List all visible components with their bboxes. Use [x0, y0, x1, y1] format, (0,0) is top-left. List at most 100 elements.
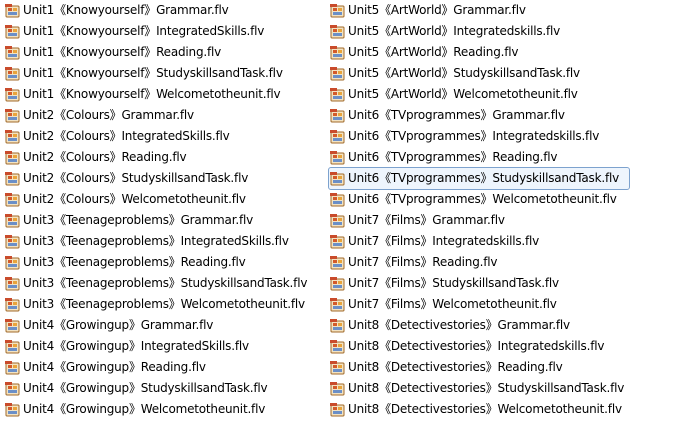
file-name: Unit8《Detectivestories》Integratedskills.…	[348, 339, 605, 353]
video-file-icon	[5, 87, 21, 103]
video-file-icon	[5, 255, 21, 271]
file-name: Unit7《Films》Grammar.flv	[348, 213, 505, 227]
file-name: Unit5《ArtWorld》Integratedskills.flv	[348, 24, 561, 38]
video-file-icon	[330, 234, 346, 250]
file-name: Unit2《Colours》Welcometotheunit.flv	[23, 192, 246, 206]
file-item[interactable]: Unit5《ArtWorld》Grammar.flv	[329, 0, 669, 21]
file-name: Unit6《TVprogrammes》Welcometotheunit.flv	[348, 192, 617, 206]
file-item[interactable]: Unit8《Detectivestories》Reading.flv	[329, 357, 669, 378]
file-name: Unit4《Growingup》Reading.flv	[23, 360, 206, 374]
video-file-icon	[330, 171, 346, 187]
file-item[interactable]: Unit4《Growingup》Reading.flv	[4, 357, 330, 378]
file-item[interactable]: Unit7《Films》Integratedskills.flv	[329, 231, 669, 252]
file-item[interactable]: Unit3《Teenageproblems》Reading.flv	[4, 252, 330, 273]
file-name: Unit2《Colours》StudyskillsandTask.flv	[23, 171, 249, 185]
file-item[interactable]: Unit8《Detectivestories》StudyskillsandTas…	[329, 378, 669, 399]
file-item[interactable]: Unit8《Detectivestories》Integratedskills.…	[329, 336, 669, 357]
video-file-icon	[5, 45, 21, 61]
file-item[interactable]: Unit7《Films》Reading.flv	[329, 252, 669, 273]
file-item[interactable]: Unit6《TVprogrammes》Reading.flv	[329, 147, 669, 168]
file-name: Unit3《Teenageproblems》Welcometotheunit.f…	[23, 297, 305, 311]
video-file-icon	[330, 129, 346, 145]
file-item[interactable]: Unit2《Colours》IntegratedSkills.flv	[4, 126, 330, 147]
file-name: Unit8《Detectivestories》Reading.flv	[348, 360, 563, 374]
file-item[interactable]: Unit5《ArtWorld》Reading.flv	[329, 42, 669, 63]
video-file-icon	[5, 129, 21, 145]
video-file-icon	[330, 402, 346, 418]
video-file-icon	[330, 24, 346, 40]
file-item[interactable]: Unit3《Teenageproblems》IntegratedSkills.f…	[4, 231, 330, 252]
file-name: Unit4《Growingup》StudyskillsandTask.flv	[23, 381, 268, 395]
file-name: Unit3《Teenageproblems》IntegratedSkills.f…	[23, 234, 289, 248]
video-file-icon	[330, 87, 346, 103]
video-file-icon	[330, 276, 346, 292]
file-item[interactable]: Unit3《Teenageproblems》Welcometotheunit.f…	[4, 294, 330, 315]
file-name: Unit7《Films》Integratedskills.flv	[348, 234, 540, 248]
file-item[interactable]: Unit1《Knowyourself》IntegratedSkills.flv	[4, 21, 330, 42]
file-name: Unit6《TVprogrammes》Integratedskills.flv	[348, 129, 600, 143]
video-file-icon	[330, 297, 346, 313]
file-name: Unit7《Films》StudyskillsandTask.flv	[348, 276, 559, 290]
file-item[interactable]: Unit2《Colours》StudyskillsandTask.flv	[4, 168, 330, 189]
video-file-icon	[330, 360, 346, 376]
video-file-icon	[330, 150, 346, 166]
file-item-selected[interactable]: Unit6《TVprogrammes》StudyskillsandTask.fl…	[328, 167, 630, 190]
file-item[interactable]: Unit5《ArtWorld》Welcometotheunit.flv	[329, 84, 669, 105]
file-item[interactable]: Unit1《Knowyourself》Reading.flv	[4, 42, 330, 63]
file-name: Unit3《Teenageproblems》StudyskillsandTask…	[23, 276, 308, 290]
file-item[interactable]: Unit3《Teenageproblems》Grammar.flv	[4, 210, 330, 231]
file-item[interactable]: Unit2《Colours》Welcometotheunit.flv	[4, 189, 330, 210]
file-item[interactable]: Unit8《Detectivestories》Grammar.flv	[329, 315, 669, 336]
file-item[interactable]: Unit2《Colours》Reading.flv	[4, 147, 330, 168]
file-name: Unit2《Colours》Grammar.flv	[23, 108, 194, 122]
file-name: Unit3《Teenageproblems》Reading.flv	[23, 255, 246, 269]
video-file-icon	[330, 213, 346, 229]
file-name: Unit4《Growingup》Grammar.flv	[23, 318, 214, 332]
file-name: Unit8《Detectivestories》StudyskillsandTas…	[348, 381, 625, 395]
file-item[interactable]: Unit6《TVprogrammes》Welcometotheunit.flv	[329, 189, 669, 210]
file-item[interactable]: Unit4《Growingup》IntegratedSkills.flv	[4, 336, 330, 357]
video-file-icon	[5, 213, 21, 229]
video-file-icon	[5, 276, 21, 292]
video-file-icon	[5, 3, 21, 19]
file-item[interactable]: Unit7《Films》Grammar.flv	[329, 210, 669, 231]
file-item[interactable]: Unit3《Teenageproblems》StudyskillsandTask…	[4, 273, 330, 294]
video-file-icon	[330, 3, 346, 19]
file-item[interactable]: Unit7《Films》StudyskillsandTask.flv	[329, 273, 669, 294]
file-item[interactable]: Unit1《Knowyourself》Grammar.flv	[4, 0, 330, 21]
video-file-icon	[5, 381, 21, 397]
file-name: Unit1《Knowyourself》IntegratedSkills.flv	[23, 24, 265, 38]
file-column-right: Unit5《ArtWorld》Grammar.flv Unit5《ArtWorl…	[328, 0, 669, 420]
file-name: Unit2《Colours》IntegratedSkills.flv	[23, 129, 230, 143]
file-item[interactable]: Unit2《Colours》Grammar.flv	[4, 105, 330, 126]
file-name: Unit7《Films》Welcometotheunit.flv	[348, 297, 557, 311]
file-name: Unit7《Films》Reading.flv	[348, 255, 498, 269]
file-item[interactable]: Unit5《ArtWorld》StudyskillsandTask.flv	[329, 63, 669, 84]
file-item[interactable]: Unit1《Knowyourself》StudyskillsandTask.fl…	[4, 63, 330, 84]
video-file-icon	[5, 339, 21, 355]
file-item[interactable]: Unit1《Knowyourself》Welcometotheunit.flv	[4, 84, 330, 105]
file-item[interactable]: Unit6《TVprogrammes》Grammar.flv	[329, 105, 669, 126]
file-item[interactable]: Unit8《Detectivestories》Welcometotheunit.…	[329, 399, 669, 420]
video-file-icon	[5, 150, 21, 166]
video-file-icon	[330, 255, 346, 271]
video-file-icon	[330, 45, 346, 61]
file-item[interactable]: Unit5《ArtWorld》Integratedskills.flv	[329, 21, 669, 42]
video-file-icon	[330, 108, 346, 124]
file-item[interactable]: Unit4《Growingup》StudyskillsandTask.flv	[4, 378, 330, 399]
file-name: Unit8《Detectivestories》Welcometotheunit.…	[348, 402, 622, 416]
file-column-left: Unit1《Knowyourself》Grammar.flv Unit1《Kno…	[4, 0, 330, 420]
file-name: Unit4《Growingup》Welcometotheunit.flv	[23, 402, 266, 416]
file-item[interactable]: Unit7《Films》Welcometotheunit.flv	[329, 294, 669, 315]
video-file-icon	[5, 171, 21, 187]
video-file-icon	[5, 402, 21, 418]
file-list: Unit1《Knowyourself》Grammar.flv Unit1《Kno…	[0, 0, 700, 422]
video-file-icon	[330, 381, 346, 397]
video-file-icon	[5, 108, 21, 124]
file-name: Unit5《ArtWorld》StudyskillsandTask.flv	[348, 66, 580, 80]
file-item[interactable]: Unit6《TVprogrammes》Integratedskills.flv	[329, 126, 669, 147]
file-item[interactable]: Unit4《Growingup》Grammar.flv	[4, 315, 330, 336]
file-item[interactable]: Unit4《Growingup》Welcometotheunit.flv	[4, 399, 330, 420]
video-file-icon	[5, 297, 21, 313]
video-file-icon	[5, 24, 21, 40]
